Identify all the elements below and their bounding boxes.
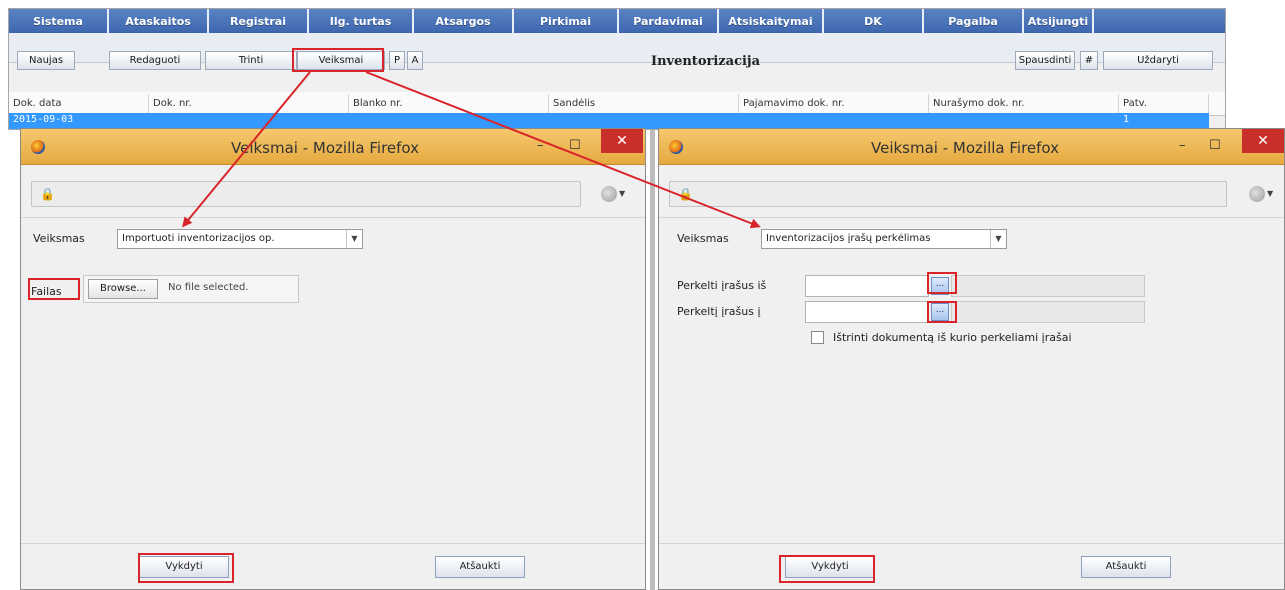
chevron-down-icon[interactable]: ▼ [619, 189, 625, 198]
page-title: Inventorizacija [651, 54, 761, 69]
menu-sistema[interactable]: Sistema [9, 9, 109, 33]
move-from-label: Perkelti įrašus iš [677, 279, 767, 292]
globe-icon[interactable] [601, 186, 617, 202]
print-button[interactable]: Spausdinti [1015, 51, 1075, 70]
move-to-name [951, 301, 1145, 323]
highlight-execute-left [138, 553, 234, 583]
maximize-icon[interactable]: ☐ [1209, 138, 1221, 153]
globe-icon[interactable] [1249, 186, 1265, 202]
col-blanko-nr[interactable]: Blanko nr. [349, 94, 549, 114]
browse-button[interactable]: Browse... [88, 279, 158, 299]
menu-dk[interactable]: DK [824, 9, 924, 33]
separator [659, 217, 1284, 218]
firefox-icon [669, 140, 683, 154]
close-icon[interactable]: ✕ [601, 129, 643, 153]
delete-doc-checkbox[interactable] [811, 331, 824, 344]
move-from-input[interactable] [805, 275, 929, 297]
col-sandelis[interactable]: Sandėlis [549, 94, 739, 114]
url-bar[interactable]: 🔒 [669, 181, 1227, 207]
action-select[interactable]: Importuoti inventorizacijos op. ▼ [117, 229, 363, 249]
move-to-label: Perkeltį įrašus į [677, 305, 761, 318]
highlight-lookup-to [927, 301, 957, 323]
main-window: Sistema Ataskaitos Registrai Ilg. turtas… [8, 8, 1226, 130]
url-bar[interactable]: 🔒 [31, 181, 581, 207]
col-nurasymo[interactable]: Nurašymo dok. nr. [929, 94, 1119, 114]
chevron-down-icon[interactable]: ▼ [1267, 189, 1273, 198]
highlight-execute-right [779, 555, 875, 583]
highlight-file-label [28, 278, 80, 300]
separator [21, 217, 645, 218]
menu-atsiskaitymai[interactable]: Atsiskaitymai [719, 9, 824, 33]
file-input[interactable]: Browse... No file selected. [83, 275, 299, 303]
menu-bar: Sistema Ataskaitos Registrai Ilg. turtas… [9, 9, 1225, 33]
chevron-down-icon: ▼ [346, 230, 362, 248]
minimize-icon[interactable]: – [1179, 138, 1186, 153]
dialog-import: Veiksmai - Mozilla Firefox – ☐ ✕ 🔒 ▼ Vei… [20, 128, 646, 590]
minimize-icon[interactable]: – [537, 138, 544, 153]
action-label: Veiksmas [33, 232, 85, 245]
no-file-text: No file selected. [168, 282, 249, 293]
lock-icon: 🔒 [40, 187, 55, 201]
menu-atsargos[interactable]: Atsargos [414, 9, 514, 33]
delete-doc-label: Ištrinti dokumentą iš kurio perkeliami į… [833, 331, 1072, 344]
action-label: Veiksmas [677, 232, 729, 245]
lock-icon: 🔒 [678, 187, 693, 201]
row-date: 2015-09-03 [13, 114, 74, 125]
dialog-footer: Vykdyti Atšaukti [659, 543, 1284, 589]
chevron-down-icon: ▼ [990, 230, 1006, 248]
menu-pirkimai[interactable]: Pirkimai [514, 9, 619, 33]
col-dok-nr[interactable]: Dok. nr. [149, 94, 349, 114]
dialog-transfer: Veiksmai - Mozilla Firefox – ☐ ✕ 🔒 ▼ Vei… [658, 128, 1285, 590]
menu-ataskaitos[interactable]: Ataskaitos [109, 9, 209, 33]
p-button[interactable]: P [389, 51, 405, 70]
firefox-icon [31, 140, 45, 154]
menu-pagalba[interactable]: Pagalba [924, 9, 1024, 33]
move-from-name [951, 275, 1145, 297]
close-form-button[interactable]: Uždaryti [1103, 51, 1213, 70]
dialog-title: Veiksmai - Mozilla Firefox [871, 139, 1060, 157]
col-patv[interactable]: Patv. [1119, 94, 1209, 114]
dialog-title-bar: Veiksmai - Mozilla Firefox – ☐ ✕ [21, 129, 645, 165]
dialog-footer: Vykdyti Atšaukti [21, 543, 645, 589]
delete-button[interactable]: Trinti [205, 51, 297, 70]
number-button[interactable]: # [1080, 51, 1098, 70]
col-pajamavimo[interactable]: Pajamavimo dok. nr. [739, 94, 929, 114]
new-button[interactable]: Naujas [17, 51, 75, 70]
menu-atsijungti[interactable]: Atsijungti [1024, 9, 1094, 33]
maximize-icon[interactable]: ☐ [569, 138, 581, 153]
move-to-input[interactable] [805, 301, 929, 323]
cancel-button[interactable]: Atšaukti [1081, 556, 1171, 578]
table-row[interactable]: 2015-09-03 1 [9, 113, 1209, 129]
highlight-actions-button [292, 48, 384, 72]
highlight-lookup-from [927, 272, 957, 294]
menu-pardavimai[interactable]: Pardavimai [619, 9, 719, 33]
col-dok-data[interactable]: Dok. data [9, 94, 149, 114]
dialog-title: Veiksmai - Mozilla Firefox [231, 139, 420, 157]
edit-button[interactable]: Redaguoti [109, 51, 201, 70]
divider [650, 130, 655, 590]
close-icon[interactable]: ✕ [1242, 129, 1284, 153]
action-select[interactable]: Inventorizacijos įrašų perkėlimas ▼ [761, 229, 1007, 249]
menu-registrai[interactable]: Registrai [209, 9, 309, 33]
row-patv: 1 [1123, 114, 1130, 125]
action-select-value: Importuoti inventorizacijos op. [122, 233, 275, 244]
a-button[interactable]: A [407, 51, 423, 70]
action-select-value: Inventorizacijos įrašų perkėlimas [766, 233, 931, 244]
menu-ilg-turtas[interactable]: Ilg. turtas [309, 9, 414, 33]
dialog-title-bar: Veiksmai - Mozilla Firefox – ☐ ✕ [659, 129, 1284, 165]
cancel-button[interactable]: Atšaukti [435, 556, 525, 578]
